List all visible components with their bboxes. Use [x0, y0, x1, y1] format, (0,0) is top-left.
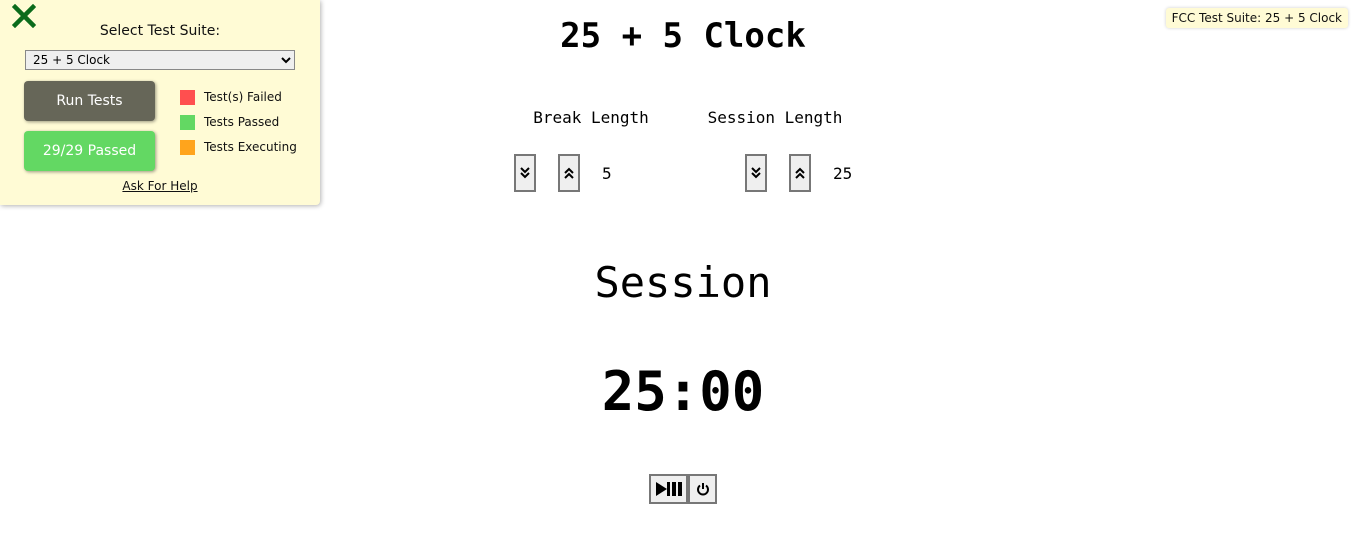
break-increment-button[interactable] [558, 154, 580, 192]
break-length-value: 5 [602, 164, 612, 183]
break-decrement-button[interactable] [514, 154, 536, 192]
timer-label: Session [594, 258, 772, 307]
session-decrement-button[interactable] [745, 154, 767, 192]
failed-swatch [180, 90, 195, 105]
ask-for-help-link[interactable]: Ask For Help [0, 179, 320, 193]
double-chevron-up-icon [564, 167, 574, 179]
passed-swatch [180, 115, 195, 130]
app-title: 25 + 5 Clock [560, 16, 806, 56]
play-pause-icon [655, 482, 682, 496]
double-chevron-down-icon [520, 167, 530, 179]
session-label: Session Length [707, 108, 843, 127]
legend-executing: Tests Executing [180, 140, 297, 155]
run-tests-button[interactable]: Run Tests [24, 81, 155, 121]
break-label: Break Length [533, 108, 649, 127]
reset-button[interactable] [688, 474, 717, 504]
time-left: 25:00 [601, 360, 765, 423]
legend-label: Test(s) Failed [204, 90, 282, 104]
session-increment-button[interactable] [789, 154, 811, 192]
legend-label: Tests Executing [204, 140, 297, 154]
session-length-value: 25 [833, 164, 853, 183]
legend-label: Tests Passed [204, 115, 280, 129]
executing-swatch [180, 140, 195, 155]
double-chevron-down-icon [751, 167, 761, 179]
legend-failed: Test(s) Failed [180, 90, 282, 105]
start-stop-button[interactable] [649, 474, 688, 504]
legend-passed: Tests Passed [180, 115, 279, 130]
power-icon [696, 483, 709, 496]
tests-result-button[interactable]: 29/29 Passed [24, 131, 155, 171]
double-chevron-up-icon [795, 167, 805, 179]
